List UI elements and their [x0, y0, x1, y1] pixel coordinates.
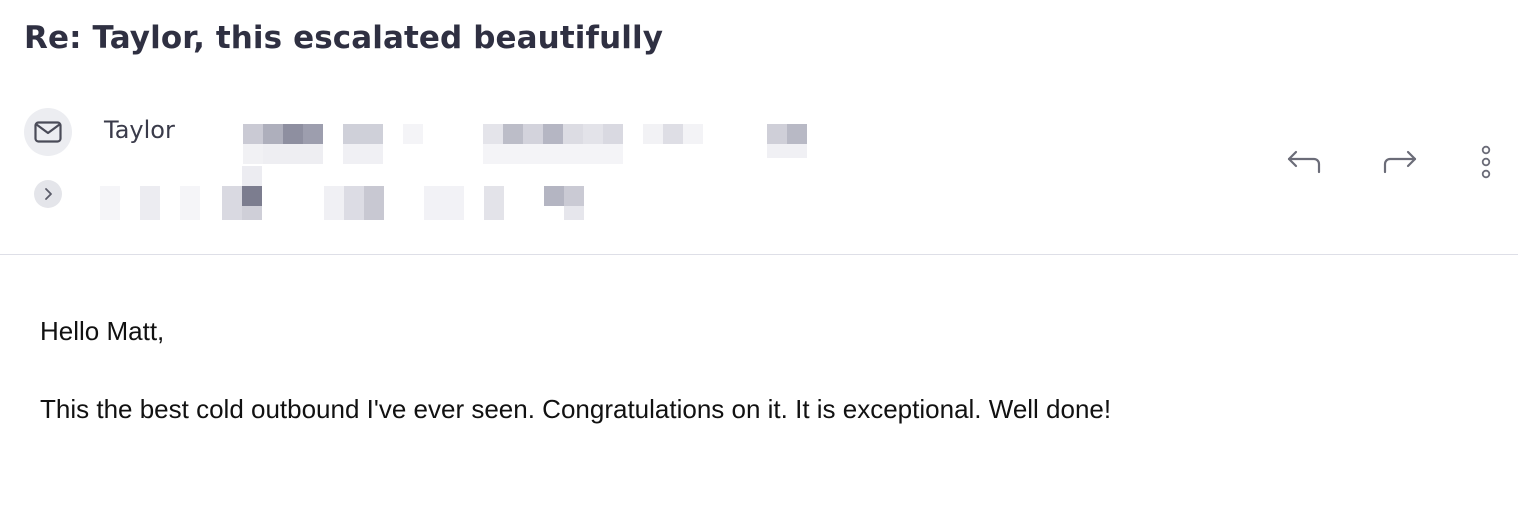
reply-icon	[1287, 150, 1321, 174]
email-greeting: Hello Matt,	[40, 316, 165, 346]
more-options-button[interactable]	[1478, 142, 1494, 182]
more-vertical-icon	[1481, 145, 1491, 179]
email-body: Hello Matt, This the best cold outbound …	[40, 316, 1111, 424]
forward-icon	[1383, 150, 1417, 174]
redacted-recipients	[96, 166, 596, 222]
expand-recipients-button[interactable]	[34, 180, 62, 208]
sender-name: Taylor	[104, 116, 175, 144]
mail-envelope-icon	[34, 121, 62, 143]
redacted-sender-address	[240, 124, 810, 164]
header-divider	[0, 254, 1518, 255]
chevron-right-icon	[45, 188, 52, 200]
email-body-text: This the best cold outbound I've ever se…	[40, 394, 1112, 424]
forward-button[interactable]	[1380, 142, 1420, 182]
email-subject: Re: Taylor, this escalated beautifully	[24, 20, 663, 56]
email-view: Re: Taylor, this escalated beautifully T…	[0, 0, 1518, 526]
reply-button[interactable]	[1284, 142, 1324, 182]
sender-avatar	[24, 108, 72, 156]
